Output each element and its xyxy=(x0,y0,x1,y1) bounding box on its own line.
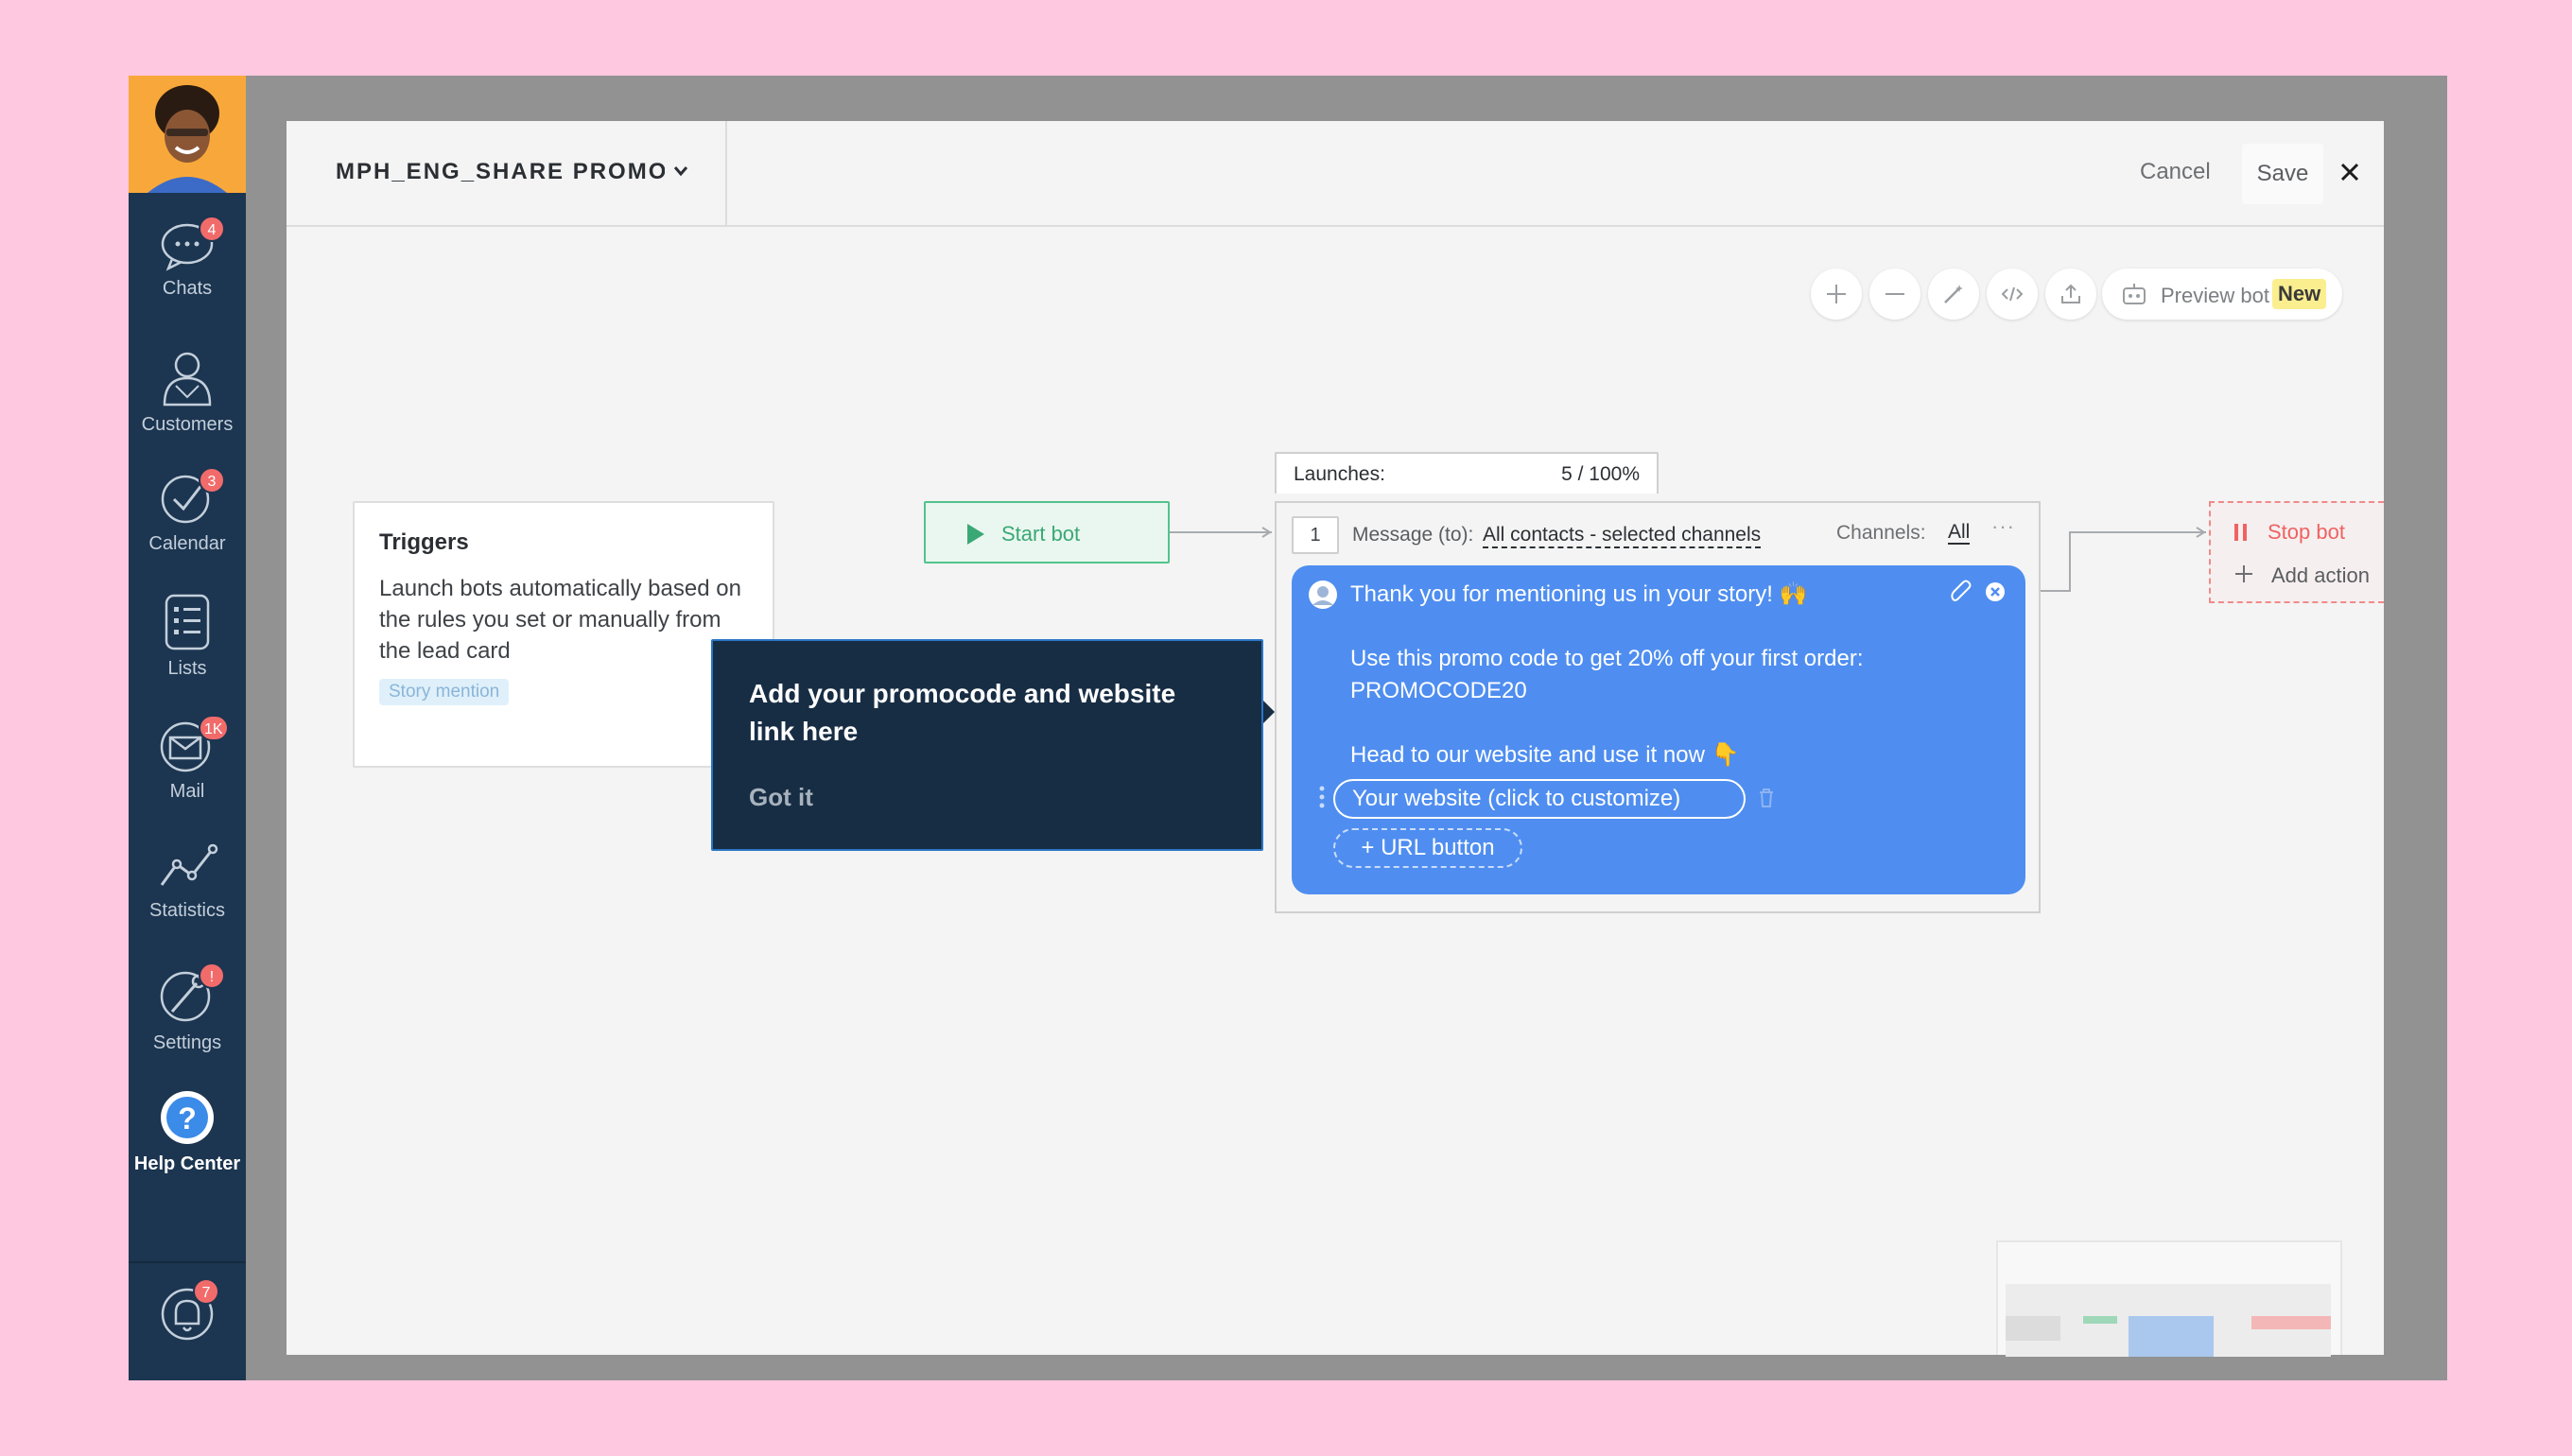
mail-badge: 1K xyxy=(199,715,229,741)
sidebar-item-label: Settings xyxy=(152,1032,222,1053)
minimap[interactable] xyxy=(1996,1240,2342,1357)
more-options-button[interactable]: ··· xyxy=(1991,514,2015,539)
save-button[interactable]: Save xyxy=(2242,144,2323,204)
bot-title-dropdown[interactable]: MPH_ENG_SHARE PROMO CODE xyxy=(287,121,727,225)
notifications-button[interactable]: 7 xyxy=(129,1278,246,1350)
start-bot-label: Start bot xyxy=(1001,522,1081,546)
tooltip-arrow xyxy=(1261,699,1275,725)
sidebar-item-calendar[interactable]: 3 Calendar xyxy=(129,467,246,555)
sidebar-item-label: Mail xyxy=(169,781,205,802)
triggers-description: Launch bots automatically based on the r… xyxy=(379,576,741,664)
settings-badge: ! xyxy=(199,962,225,989)
message-step[interactable]: 1 Message (to): All contacts - selected … xyxy=(1275,501,2041,913)
sidebar-item-label: Help Center xyxy=(133,1153,241,1174)
statistics-icon xyxy=(160,843,218,886)
notifications-badge: 7 xyxy=(193,1278,219,1305)
export-button[interactable] xyxy=(2045,269,2096,320)
auto-arrange-button[interactable] xyxy=(1928,269,1979,320)
sidebar-item-label: Chats xyxy=(162,278,213,299)
connector-line xyxy=(2069,531,2206,533)
cancel-button[interactable]: Cancel xyxy=(2140,159,2211,185)
customers-icon xyxy=(163,352,212,407)
triggers-title: Triggers xyxy=(379,529,469,555)
launches-label: Launches: xyxy=(1294,463,1385,485)
sidebar-item-lists[interactable]: Lists xyxy=(129,592,246,680)
preview-bot-label: Preview bot xyxy=(2161,284,2269,307)
arrow-right-icon xyxy=(2196,527,2206,538)
zoom-in-button[interactable] xyxy=(1811,269,1862,320)
connector-line xyxy=(2069,531,2071,592)
new-badge: New xyxy=(2272,279,2327,309)
code-button[interactable] xyxy=(1987,269,2038,320)
arrow-right-icon xyxy=(1261,527,1272,538)
calendar-badge: 3 xyxy=(199,467,225,494)
start-bot-node[interactable]: Start bot xyxy=(924,501,1170,563)
robot-icon xyxy=(2123,284,2146,304)
sidebar-item-label: Calendar xyxy=(148,533,226,554)
avatar[interactable] xyxy=(129,76,246,193)
drag-handle-icon[interactable] xyxy=(1318,785,1326,809)
connector-line xyxy=(2041,590,2069,592)
trash-icon[interactable] xyxy=(1757,787,1776,809)
modal-header: MPH_ENG_SHARE PROMO CODE Cancel Save xyxy=(287,121,2384,227)
minus-icon xyxy=(1886,293,1904,295)
sidebar-item-statistics[interactable]: Statistics xyxy=(129,838,246,922)
sidebar-item-label: Customers xyxy=(141,414,234,435)
bot-avatar-icon xyxy=(1309,581,1337,609)
sidebar-item-label: Statistics xyxy=(148,900,226,921)
play-icon xyxy=(967,524,984,545)
tooltip: Add your promocode and website link here… xyxy=(711,639,1263,851)
got-it-button[interactable]: Got it xyxy=(749,783,813,812)
sidebar-divider xyxy=(129,1261,246,1263)
launches-counter: Launches: 5 / 100% xyxy=(1275,452,1659,494)
minimap-preview xyxy=(2006,1284,2331,1357)
website-url-button[interactable]: Your website (click to customize) xyxy=(1333,779,1746,819)
sidebar-item-mail[interactable]: 1K Mail xyxy=(129,715,246,803)
attachment-icon[interactable] xyxy=(1950,579,1972,605)
launches-value: 5 / 100% xyxy=(1561,463,1640,485)
sidebar: 4 Chats Customers 3 Calendar Lists 1K Ma… xyxy=(129,76,246,1380)
sidebar-item-chats[interactable]: 4 Chats xyxy=(129,216,246,300)
upload-icon xyxy=(2061,284,2080,303)
stop-bot-node[interactable]: Stop bot Add action xyxy=(2209,501,2384,603)
channels-label: Channels: xyxy=(1836,522,1926,544)
channels-selector[interactable]: All xyxy=(1948,522,1971,545)
add-url-button[interactable]: + URL button xyxy=(1333,828,1522,868)
stop-bot-label: Stop bot xyxy=(2268,520,2345,544)
help-icon: ? xyxy=(161,1091,214,1144)
remove-icon[interactable] xyxy=(1984,581,2007,603)
trigger-tag[interactable]: Story mention xyxy=(379,679,510,705)
sidebar-item-settings[interactable]: ! Settings xyxy=(129,962,246,1054)
message-bubble[interactable]: Thank you for mentioning us in your stor… xyxy=(1292,565,2025,894)
bot-title: MPH_ENG_SHARE PROMO CODE xyxy=(336,159,665,184)
lists-icon xyxy=(165,594,210,650)
preview-bot-button[interactable]: Preview bot New xyxy=(2102,269,2342,320)
close-icon[interactable] xyxy=(2338,161,2361,183)
message-text[interactable]: Thank you for mentioning us in your stor… xyxy=(1350,579,1955,771)
sidebar-item-label: Lists xyxy=(167,658,207,679)
message-to-label: Message (to): xyxy=(1352,524,1474,546)
plus-icon xyxy=(1827,285,1846,303)
tooltip-text: Add your promocode and website link here xyxy=(749,679,1176,746)
plus-icon xyxy=(2235,565,2252,582)
sidebar-item-customers[interactable]: Customers xyxy=(129,348,246,436)
magic-wand-icon xyxy=(1944,285,1963,303)
chats-badge: 4 xyxy=(199,216,225,242)
chevron-down-icon xyxy=(673,166,688,177)
zoom-out-button[interactable] xyxy=(1869,269,1920,320)
step-number: 1 xyxy=(1292,516,1339,554)
add-action-button[interactable]: Add action xyxy=(2271,563,2370,588)
svg-text:?: ? xyxy=(178,1101,197,1135)
connector-line xyxy=(1170,531,1272,533)
recipients-selector[interactable]: All contacts - selected channels xyxy=(1483,524,1762,548)
sidebar-item-help-center[interactable]: ? Help Center xyxy=(129,1087,246,1175)
pause-icon xyxy=(2234,524,2247,541)
bot-editor-modal: MPH_ENG_SHARE PROMO CODE Cancel Save Pre… xyxy=(287,121,2384,1357)
code-icon xyxy=(2001,286,2024,302)
